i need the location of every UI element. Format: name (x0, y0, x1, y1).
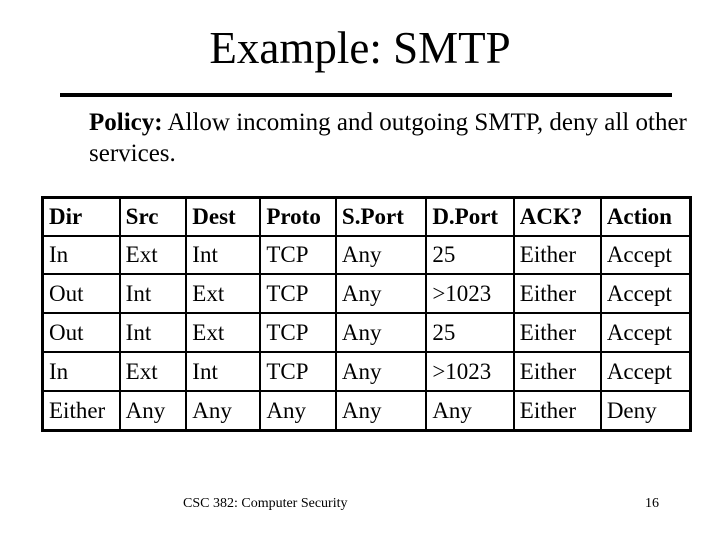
title-divider (60, 93, 672, 97)
header-proto: Proto (259, 196, 337, 237)
header-src: Src (118, 196, 188, 237)
cell-sport: Any (334, 273, 428, 314)
cell-action: Accept (599, 235, 692, 275)
table-row: Out Int Ext TCP Any >1023 Either Accept (41, 273, 692, 314)
policy-statement: Policy: Allow incoming and outgoing SMTP… (89, 107, 689, 169)
cell-proto: TCP (259, 351, 337, 392)
cell-src: Int (118, 312, 188, 353)
cell-src: Ext (118, 351, 188, 392)
cell-dir: Either (41, 390, 121, 432)
cell-proto: TCP (259, 273, 337, 314)
cell-dir: Out (41, 273, 121, 314)
cell-src: Int (118, 273, 188, 314)
cell-action: Accept (599, 312, 692, 353)
cell-proto: TCP (259, 312, 337, 353)
cell-action: Accept (599, 351, 692, 392)
cell-dir: In (41, 235, 121, 275)
table-header-row: Dir Src Dest Proto S.Port D.Port ACK? Ac… (41, 196, 692, 237)
header-dest: Dest (185, 196, 262, 237)
cell-dest: Ext (185, 273, 262, 314)
policy-label: Policy: (89, 109, 163, 136)
cell-ack: Either (512, 273, 602, 314)
cell-dir: In (41, 351, 121, 392)
header-dir: Dir (41, 196, 121, 237)
cell-action: Deny (599, 390, 692, 432)
table-row: Either Any Any Any Any Any Either Deny (41, 390, 692, 432)
cell-sport: Any (334, 351, 428, 392)
cell-dest: Int (185, 235, 262, 275)
cell-dir: Out (41, 312, 121, 353)
cell-proto: Any (259, 390, 337, 432)
firewall-rules-table: Dir Src Dest Proto S.Port D.Port ACK? Ac… (41, 196, 692, 432)
cell-src: Any (118, 390, 188, 432)
cell-src: Ext (118, 235, 188, 275)
slide-title: Example: SMTP (209, 23, 511, 73)
cell-sport: Any (334, 312, 428, 353)
cell-sport: Any (334, 235, 428, 275)
header-ack: ACK? (512, 196, 602, 237)
cell-dest: Ext (185, 312, 262, 353)
header-sport: S.Port (334, 196, 428, 237)
cell-dest: Int (185, 351, 262, 392)
cell-ack: Either (512, 312, 602, 353)
header-action: Action (599, 196, 692, 237)
header-dport: D.Port (425, 196, 515, 237)
footer-page-number: 16 (645, 496, 659, 511)
table-row: In Ext Int TCP Any 25 Either Accept (41, 235, 692, 275)
cell-proto: TCP (259, 235, 337, 275)
cell-dport: >1023 (425, 273, 515, 314)
cell-dport: Any (425, 390, 515, 432)
cell-dest: Any (185, 390, 262, 432)
footer-course-name: CSC 382: Computer Security (183, 496, 348, 511)
cell-dport: >1023 (425, 351, 515, 392)
cell-ack: Either (512, 235, 602, 275)
cell-dport: 25 (425, 235, 515, 275)
table-row: Out Int Ext TCP Any 25 Either Accept (41, 312, 692, 353)
cell-ack: Either (512, 351, 602, 392)
cell-action: Accept (599, 273, 692, 314)
cell-ack: Either (512, 390, 602, 432)
cell-dport: 25 (425, 312, 515, 353)
cell-sport: Any (334, 390, 428, 432)
table-row: In Ext Int TCP Any >1023 Either Accept (41, 351, 692, 392)
policy-text: Allow incoming and outgoing SMTP, deny a… (89, 109, 687, 167)
